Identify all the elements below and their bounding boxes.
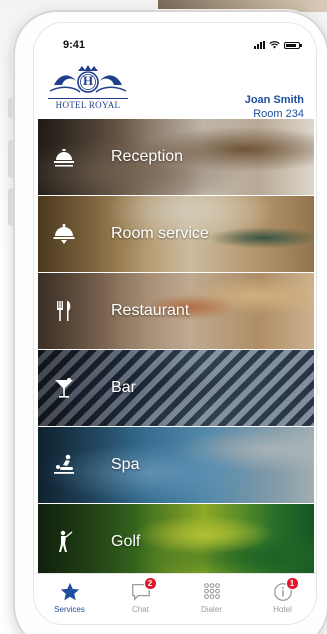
service-bar[interactable]: Bar <box>38 350 314 426</box>
service-reception[interactable]: Reception <box>38 119 314 195</box>
guest-name: Joan Smith <box>244 94 304 106</box>
service-label: Reception <box>111 148 184 165</box>
star-icon <box>60 582 79 601</box>
golfer-icon <box>59 530 73 552</box>
logo-monogram: H <box>82 73 94 88</box>
app-header: H HOTEL ROYAL Joan Smith Room 234 <box>34 59 316 120</box>
tab-services[interactable]: Services <box>40 574 100 614</box>
tab-label: Hotel <box>273 605 292 614</box>
hotel-logo[interactable]: H HOTEL ROYAL <box>48 65 128 111</box>
reception-bell-icon <box>54 149 74 167</box>
logo-text: HOTEL ROYAL <box>48 98 128 110</box>
service-golf[interactable]: Golf <box>38 504 314 580</box>
status-time: 9:41 <box>63 39 86 51</box>
service-label: Golf <box>111 533 141 550</box>
bottom-tab-bar: Services 2 Chat Dialer 1 Hotel <box>34 573 316 624</box>
guest-info: Joan Smith Room 234 <box>245 93 304 121</box>
dialpad-icon <box>203 583 220 599</box>
chat-badge: 2 <box>143 577 157 590</box>
service-label: Restaurant <box>111 302 190 319</box>
tab-hotel[interactable]: 1 Hotel <box>253 574 313 614</box>
service-spa[interactable]: Spa <box>38 427 314 503</box>
status-icons <box>254 41 302 49</box>
service-room-service[interactable]: Room service <box>38 196 314 272</box>
service-label: Room service <box>111 225 209 242</box>
services-list: Reception Room service Restaurant Bar Sp… <box>38 119 314 581</box>
hotel-badge: 1 <box>285 577 299 590</box>
app-mockup-stage: 9:41 H HOTEL ROYAL Joan Smith Room 234 R… <box>0 0 327 634</box>
battery-icon <box>284 41 302 49</box>
cellular-signal-icon <box>254 41 265 49</box>
app-screen: 9:41 H HOTEL ROYAL Joan Smith Room 234 R… <box>33 22 317 625</box>
phone-volume-up <box>8 140 14 178</box>
service-label: Spa <box>111 456 140 473</box>
service-label: Bar <box>111 379 136 396</box>
fork-knife-icon <box>57 301 71 321</box>
tab-dialer[interactable]: Dialer <box>182 574 242 614</box>
tab-chat[interactable]: 2 Chat <box>111 574 171 614</box>
cocktail-glass-icon <box>55 378 73 398</box>
phone-mute-switch <box>8 98 14 118</box>
room-service-cloche-icon <box>53 224 75 244</box>
tab-label: Chat <box>132 605 149 614</box>
tab-label: Dialer <box>201 605 222 614</box>
service-restaurant[interactable]: Restaurant <box>38 273 314 349</box>
tab-label: Services <box>54 605 85 614</box>
massage-icon <box>54 454 74 474</box>
wifi-icon <box>269 41 280 49</box>
phone-volume-down <box>8 188 14 226</box>
